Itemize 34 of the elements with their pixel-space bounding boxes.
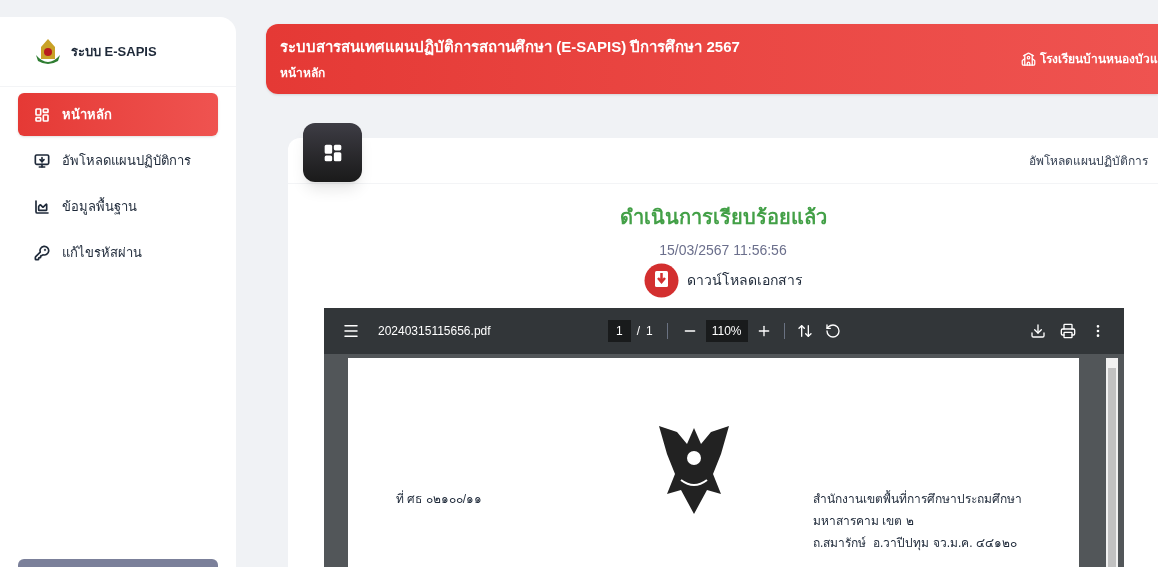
- monitor-download-icon: [34, 152, 50, 169]
- zoom-field[interactable]: 110%: [705, 320, 748, 342]
- timestamp: 15/03/2567 11:56:56: [659, 241, 787, 260]
- school-icon: [1021, 51, 1036, 67]
- card-header-link[interactable]: อัพโหลดแผนปฏิบัติการ: [1029, 151, 1148, 170]
- download-icon[interactable]: [1030, 323, 1046, 339]
- key-icon: [34, 244, 50, 261]
- scrollbar[interactable]: [1106, 358, 1118, 567]
- fit-page-icon[interactable]: [796, 323, 813, 339]
- page-number-field[interactable]: 1: [608, 320, 631, 342]
- download-link[interactable]: ดาวน์โหลดเอกสาร: [643, 263, 803, 298]
- brand-name: ระบบ E-SAPIS: [71, 42, 157, 61]
- pdf-download-icon: [643, 263, 679, 298]
- rotate-icon[interactable]: [824, 323, 841, 339]
- page-count: 1: [646, 323, 653, 340]
- page-title: ระบบสารสนเทศแผนปฏิบัติการสถานศึกษา (E-SAPIS) ปีการศึกษา 2567: [280, 36, 740, 58]
- pdf-filename: 20240315115656.pdf: [378, 323, 492, 340]
- document-address-line: สำนักงานเขตพื้นที่การศึกษาประถมศึกษา: [813, 490, 1022, 508]
- menu-icon[interactable]: [342, 322, 360, 340]
- nav-item[interactable]: อัพโหลดแผนปฏิบัติการ: [18, 139, 218, 182]
- chart-icon: [34, 198, 50, 215]
- nav-item[interactable]: หน้าหลัก: [18, 93, 218, 136]
- document-address-line: มหาสารคาม เขต ๒: [813, 513, 915, 530]
- nav-item[interactable]: ข้อมูลพื้นฐาน: [18, 185, 218, 228]
- document-reference: ที่ ศธ ๐๒๑๐๐/๑๑: [396, 490, 483, 508]
- status-title: ดำเนินการเรียบร้อยแล้ว: [619, 205, 827, 230]
- breadcrumb: หน้าหลัก: [280, 65, 326, 83]
- dashboard-icon: [34, 106, 50, 123]
- dashboard-icon: [322, 142, 343, 163]
- document-address-line: ถ.สมารักษ์ อ.วาปีปทุม จว.ม.ค. ๔๔๑๒๐: [813, 535, 1018, 552]
- print-icon[interactable]: [1060, 323, 1076, 339]
- nav-item[interactable]: แก้ไขรหัสผ่าน: [18, 231, 218, 274]
- page-separator: /: [636, 323, 641, 340]
- school-name: โรงเรียนบ้านหนองบัวแ: [1040, 51, 1158, 68]
